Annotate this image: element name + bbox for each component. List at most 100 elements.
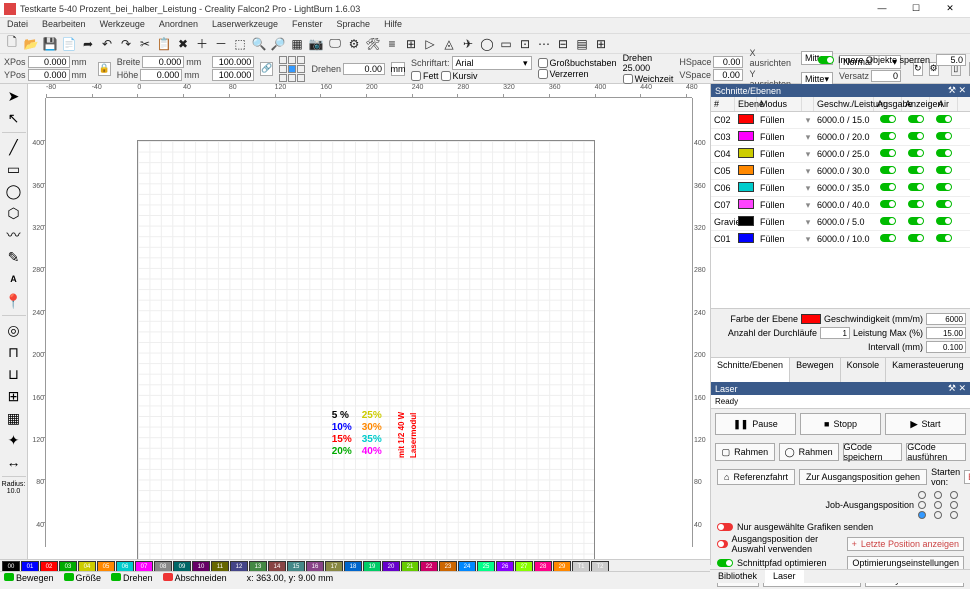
layer-row[interactable]: C03Füllen▾6000.0 / 20.0 xyxy=(711,129,970,146)
maximize-button[interactable]: ☐ xyxy=(904,3,928,14)
delete-icon[interactable]: ✖ xyxy=(175,36,191,52)
sel-graphics-toggle[interactable] xyxy=(717,523,733,531)
italic-checkbox[interactable] xyxy=(441,71,451,81)
new-icon[interactable]: 🗋 xyxy=(4,36,20,52)
startfrom-select[interactable]: Benutzerausgangsposition▾ xyxy=(964,470,970,484)
canvas-text[interactable]: 25% xyxy=(362,410,382,422)
menu-anordnen[interactable]: Anordnen xyxy=(156,18,201,33)
lastpos-button[interactable]: + Letzte Position anzeigen xyxy=(847,537,964,551)
canvas-text[interactable]: 10% xyxy=(332,422,352,434)
array-tool-icon[interactable]: ⊞ xyxy=(4,386,24,406)
undo-icon[interactable]: ↶ xyxy=(99,36,115,52)
canvas-text-side[interactable]: mit 1/2 40 W Lasermodul xyxy=(396,412,420,458)
panel-tools-icon[interactable]: ⚒ ✕ xyxy=(948,85,966,96)
align-icon[interactable]: ≡ xyxy=(384,36,400,52)
bold-checkbox[interactable] xyxy=(411,71,421,81)
ellipse-tool-icon[interactable]: ◯ xyxy=(4,181,24,201)
menu-fenster[interactable]: Fenster xyxy=(289,18,326,33)
mm-unit-button[interactable]: mm xyxy=(391,62,405,76)
menu-werkzeuge[interactable]: Werkzeuge xyxy=(97,18,148,33)
zoom-sel-icon[interactable]: 🔎 xyxy=(270,36,286,52)
canvas-text[interactable]: 30% xyxy=(362,422,382,434)
welch-checkbox[interactable] xyxy=(623,74,633,84)
pause-button[interactable]: ❚❚Pause xyxy=(715,413,796,435)
frame2-button[interactable]: ◯ Rahmen xyxy=(779,443,839,461)
canvas-text[interactable]: 15% xyxy=(332,434,352,446)
goto-origin-button[interactable]: Zur Ausgangsposition gehen xyxy=(799,469,927,485)
menu-bearbeiten[interactable]: Bearbeiten xyxy=(39,18,89,33)
width-input[interactable] xyxy=(142,56,184,68)
test-icon[interactable]: ◬ xyxy=(441,36,457,52)
save-icon[interactable]: 💾 xyxy=(42,36,58,52)
play-icon[interactable]: ▷ xyxy=(422,36,438,52)
rect-tool-icon[interactable]: ▭ xyxy=(498,36,514,52)
close-button[interactable]: ✕ xyxy=(938,3,962,14)
layer-row[interactable]: C06Füllen▾6000.0 / 35.0 xyxy=(711,180,970,197)
canvas-text[interactable]: 35% xyxy=(362,434,382,446)
measure-tool-icon[interactable]: ↔ xyxy=(4,452,24,472)
canvas-text[interactable]: 40% xyxy=(362,446,382,458)
home-button[interactable]: ⌂ Referenzfahrt xyxy=(717,469,795,485)
send-icon[interactable]: ✈ xyxy=(460,36,476,52)
offset-input[interactable] xyxy=(871,70,901,82)
boolean-tool-icon[interactable]: ⊔ xyxy=(4,364,24,384)
ypos-input[interactable] xyxy=(28,69,70,81)
canvas-text[interactable]: 20% xyxy=(332,446,352,458)
layer-row[interactable]: GravierenFüllen▾6000.0 / 5.0 xyxy=(711,214,970,231)
zoom-out-icon[interactable]: － xyxy=(213,36,229,52)
zoom-in-icon[interactable]: ＋ xyxy=(194,36,210,52)
scale-y-input[interactable] xyxy=(212,69,254,81)
optimize-toggle[interactable] xyxy=(717,559,733,567)
weld-tool-icon[interactable]: ⊓ xyxy=(4,342,24,362)
settings-icon[interactable]: ⚙ xyxy=(346,36,362,52)
lock-icon[interactable]: 🔒 xyxy=(98,62,111,76)
more2-icon[interactable]: ⊟ xyxy=(555,36,571,52)
menu-hilfe[interactable]: Hilfe xyxy=(381,18,405,33)
tab-0[interactable]: Schnitte/Ebenen xyxy=(711,358,790,382)
radial-tool-icon[interactable]: ✦ xyxy=(4,430,24,450)
vspace-input[interactable] xyxy=(713,69,743,81)
job-origin-grid[interactable] xyxy=(918,491,964,519)
more3-icon[interactable]: ▤ xyxy=(574,36,590,52)
sel-origin-toggle[interactable] xyxy=(717,540,728,548)
array-icon[interactable]: ⊡ xyxy=(517,36,533,52)
open-icon[interactable]: 📂 xyxy=(23,36,39,52)
minimize-button[interactable]: — xyxy=(870,3,894,14)
layer-row[interactable]: C02Füllen▾6000.0 / 15.0 xyxy=(711,112,970,129)
layer-color-swatch[interactable] xyxy=(801,314,821,324)
more4-icon[interactable]: ⊞ xyxy=(593,36,609,52)
tab-library[interactable]: Bibliothek xyxy=(710,570,765,583)
stop-button[interactable]: ■Stopp xyxy=(800,413,881,435)
paste-icon[interactable]: 📋 xyxy=(156,36,172,52)
scale-x-input[interactable] xyxy=(212,56,254,68)
save-gcode-button[interactable]: GCode speichern xyxy=(843,443,903,461)
dist-input[interactable] xyxy=(936,54,966,66)
select-tool-icon[interactable]: ➤ xyxy=(4,86,24,106)
tab-3[interactable]: Kamerasteuerung xyxy=(886,358,970,382)
font-select[interactable]: Arial▾ xyxy=(452,56,532,70)
layer-row[interactable]: C04Füllen▾6000.0 / 25.0 xyxy=(711,146,970,163)
canvas-text[interactable]: 5 % xyxy=(332,410,349,422)
menu-sprache[interactable]: Sprache xyxy=(334,18,374,33)
export-icon[interactable]: ➦ xyxy=(80,36,96,52)
run-gcode-button[interactable]: GCode ausführen xyxy=(906,443,966,461)
optset-button[interactable]: Optimierungseinstellungen xyxy=(847,556,964,570)
grid-tool-icon[interactable]: ▦ xyxy=(4,408,24,428)
xpos-input[interactable] xyxy=(28,56,70,68)
nodes-tool-icon[interactable]: ↖ xyxy=(4,108,24,128)
layer-row[interactable]: C05Füllen▾6000.0 / 30.0 xyxy=(711,163,970,180)
height-input[interactable] xyxy=(140,69,182,81)
zoom-frame-icon[interactable]: ⬚ xyxy=(232,36,248,52)
layer-interval-input[interactable] xyxy=(926,341,966,353)
layer-row[interactable]: C01Füllen▾6000.0 / 10.0 xyxy=(711,231,970,248)
menu-datei[interactable]: Datei xyxy=(4,18,31,33)
zoom-fit-icon[interactable]: 🔍 xyxy=(251,36,267,52)
aspect-lock-icon[interactable]: 🔗 xyxy=(260,62,273,76)
canvas[interactable]: -80-400408012016020024028032036040044048… xyxy=(28,84,710,565)
rotate-input[interactable] xyxy=(343,63,385,75)
tab-1[interactable]: Bewegen xyxy=(790,358,841,382)
redo-icon[interactable]: ↷ xyxy=(118,36,134,52)
rect-tool-icon[interactable]: ▭ xyxy=(4,159,24,179)
tab-laser[interactable]: Laser xyxy=(765,570,804,583)
edit-tool-icon[interactable]: ✎ xyxy=(4,247,24,267)
